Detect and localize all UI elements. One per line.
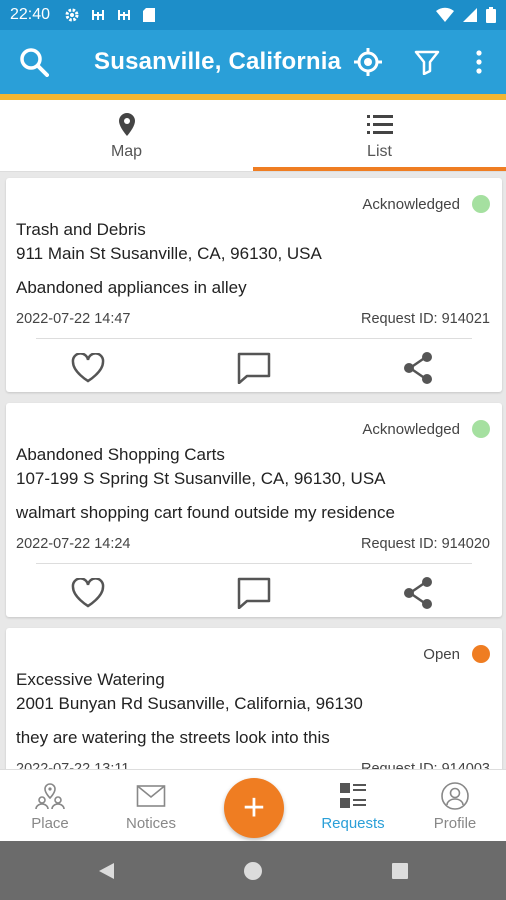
share-icon[interactable] xyxy=(398,348,438,388)
tab-map[interactable]: Map xyxy=(0,100,253,171)
like-icon[interactable] xyxy=(68,573,108,613)
battery-icon xyxy=(486,7,496,23)
back-icon[interactable] xyxy=(94,859,118,883)
share-icon[interactable] xyxy=(398,573,438,613)
request-card[interactable]: Acknowledged Trash and Debris 911 Main S… xyxy=(6,178,502,392)
tab-list-label: List xyxy=(367,142,392,160)
home-icon[interactable] xyxy=(241,859,265,883)
request-category: Trash and Debris xyxy=(16,220,146,239)
request-list[interactable]: Acknowledged Trash and Debris 911 Main S… xyxy=(0,172,506,769)
system-nav-bar xyxy=(0,841,506,900)
like-icon[interactable] xyxy=(68,348,108,388)
nav-profile-label: Profile xyxy=(433,814,477,832)
location-pin-icon xyxy=(117,111,137,139)
request-address: 107-199 S Spring St Susanville, CA, 9613… xyxy=(16,469,386,488)
status-dot xyxy=(472,645,490,663)
request-date: 2022-07-22 14:47 xyxy=(16,311,131,327)
request-card[interactable]: Acknowledged Abandoned Shopping Carts 10… xyxy=(6,403,502,617)
request-id: Request ID: 914003 xyxy=(361,761,490,769)
request-card[interactable]: Open Excessive Watering 2001 Bunyan Rd S… xyxy=(6,628,502,769)
request-category: Excessive Watering xyxy=(16,670,165,689)
profile-icon xyxy=(440,781,470,811)
requests-icon xyxy=(339,781,367,811)
nav-item-place[interactable]: Place xyxy=(0,770,100,842)
list-icon xyxy=(366,111,393,139)
request-date: 2022-07-22 13:11 xyxy=(16,761,130,769)
tab-map-label: Map xyxy=(110,142,143,160)
nav-place-label: Place xyxy=(31,814,69,832)
status-badge: Acknowledged xyxy=(362,195,490,213)
status-dot xyxy=(472,195,490,213)
sd-card-icon xyxy=(143,8,156,22)
comment-icon[interactable] xyxy=(234,348,274,388)
status-time: 22:40 xyxy=(10,6,51,23)
status-badge: Open xyxy=(423,645,490,663)
request-description: walmart shopping cart found outside my r… xyxy=(16,503,395,522)
status-bar: 22:40 xyxy=(0,0,506,30)
request-date: 2022-07-22 14:24 xyxy=(16,536,131,552)
signal-app-icon xyxy=(118,10,131,20)
wifi-icon xyxy=(436,7,454,23)
nav-item-notices[interactable]: Notices xyxy=(101,770,201,842)
request-id: Request ID: 914020 xyxy=(361,536,490,552)
recents-icon[interactable] xyxy=(388,859,412,883)
view-tabs: Map List xyxy=(0,100,506,172)
settings-icon xyxy=(65,8,79,22)
my-location-icon[interactable] xyxy=(352,46,384,78)
cell-signal-icon xyxy=(463,8,477,22)
page-title: Susanville, California xyxy=(94,48,342,75)
card-divider xyxy=(36,338,472,339)
status-badge: Acknowledged xyxy=(362,420,490,438)
request-category: Abandoned Shopping Carts xyxy=(16,445,225,464)
nav-notices-label: Notices xyxy=(125,814,177,832)
signal-app-icon xyxy=(92,10,105,20)
mail-icon xyxy=(136,781,166,811)
request-id: Request ID: 914021 xyxy=(361,311,490,327)
comment-icon[interactable] xyxy=(234,573,274,613)
add-request-button[interactable]: + xyxy=(224,778,284,838)
card-divider xyxy=(36,563,472,564)
request-address: 911 Main St Susanville, CA, 96130, USA xyxy=(16,244,322,263)
nav-item-profile[interactable]: Profile xyxy=(405,770,505,842)
app-bar: Susanville, California xyxy=(0,30,506,94)
request-description: they are watering the streets look into … xyxy=(16,728,330,747)
nav-requests-label: Requests xyxy=(321,814,385,832)
more-options-icon[interactable] xyxy=(463,46,495,78)
tab-list[interactable]: List xyxy=(253,100,506,171)
status-dot xyxy=(472,420,490,438)
nav-item-requests[interactable]: Requests xyxy=(303,770,403,842)
request-address: 2001 Bunyan Rd Susanville, California, 9… xyxy=(16,694,363,713)
place-icon xyxy=(35,781,65,811)
request-description: Abandoned appliances in alley xyxy=(16,278,247,297)
filter-icon[interactable] xyxy=(411,46,443,78)
search-icon[interactable] xyxy=(18,46,50,78)
